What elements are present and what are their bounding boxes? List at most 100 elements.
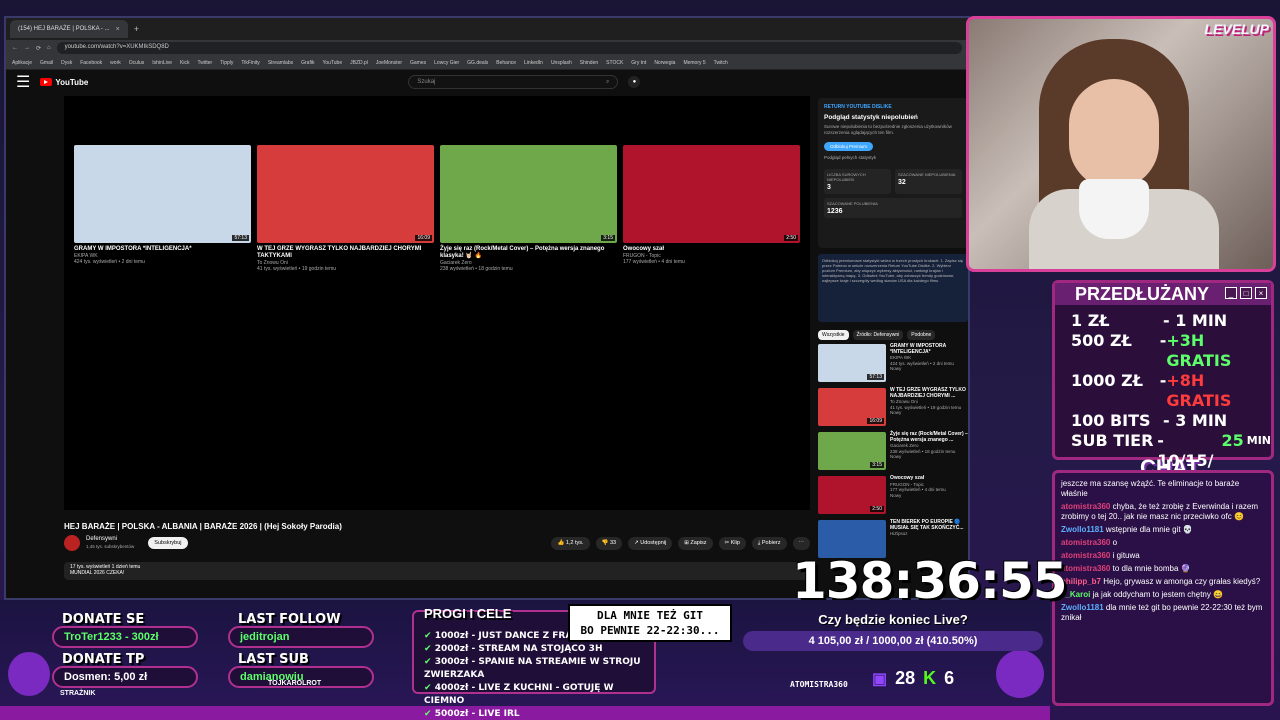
clip-button[interactable]: ✂ Klip <box>718 536 746 550</box>
bookmark-item[interactable]: GG.deals <box>467 60 488 66</box>
rec-badge: Nowy <box>890 410 902 415</box>
back-icon[interactable]: ← <box>12 45 18 51</box>
chat-message: atomistra360 i gituwa <box>1061 551 1265 561</box>
rec-title[interactable]: Żyje się raz (Rock/Metal Cover) – Potężn… <box>890 431 968 443</box>
bookmark-item[interactable]: Aplikacje <box>12 60 32 66</box>
bookmark-item[interactable]: Streamlabs <box>268 60 293 66</box>
home-icon[interactable]: ⌂ <box>47 45 51 51</box>
endcard-thumbnail[interactable]: 2:50 <box>623 145 800 243</box>
bookmark-item[interactable]: Shinden <box>580 60 598 66</box>
avatar[interactable] <box>64 535 80 551</box>
more-icon[interactable]: ⋯ <box>792 536 810 550</box>
mic-icon[interactable]: ● <box>628 76 641 88</box>
recommendation-item[interactable]: 3:15 Żyje się raz (Rock/Metal Cover) – P… <box>818 431 968 472</box>
search-icon[interactable]: ⌕ <box>606 79 609 85</box>
bookmark-item[interactable]: Gry tnt <box>631 60 646 66</box>
recommendation-item[interactable]: 57:13 GRAMY W IMPOSTORA *INTELIGENCJA* E… <box>818 343 968 384</box>
viewer-counts: ▣ 28 K 6 <box>872 668 954 689</box>
bookmark-item[interactable]: work <box>110 60 121 66</box>
duration-badge: 2:50 <box>870 506 884 512</box>
rec-thumbnail[interactable]: 3:15 <box>818 432 886 470</box>
recommendation-item[interactable]: 16:09 W TEJ GRZE WYGRASZ TYLKO NAJBARDZI… <box>818 387 968 428</box>
endcard[interactable]: 3:15 Żyje się raz (Rock/Metal Cover) – P… <box>440 145 617 272</box>
description-box[interactable]: 17 tys. wyświetleń 1 dzień temu MUNDIAL … <box>64 562 810 580</box>
menu-icon[interactable]: ☰ <box>16 72 30 92</box>
unlock-premium-button[interactable]: Odblokuj Premium <box>824 142 874 151</box>
endcard[interactable]: 57:13 GRAMY W IMPOSTORA *INTELIGENCJA* E… <box>74 145 251 265</box>
bookmark-item[interactable]: Grafik <box>301 60 314 66</box>
rec-meta: 424 tys. wyświetleń • 2 dni temu <box>890 360 954 366</box>
dislike-button[interactable]: 👎 33 <box>595 536 623 550</box>
kick-icon: K <box>923 668 937 688</box>
new-tab-icon[interactable]: + <box>134 24 139 34</box>
bookmark-item[interactable]: Lowcy Gier <box>434 60 459 66</box>
endcard-title[interactable]: GRAMY W IMPOSTORA *INTELIGENCJA* <box>74 246 251 253</box>
kick-viewers: 6 <box>944 668 955 688</box>
endcard-meta: 177 wyświetleń • 4 dni temu <box>623 259 685 265</box>
rec-title[interactable]: W TEJ GRZE WYGRASZ TYLKO NAJBARDZIEJ CHO… <box>890 387 968 399</box>
download-button[interactable]: ⤓ Pobierz <box>751 536 787 550</box>
chip-0[interactable]: Wszystkie <box>818 330 849 340</box>
levelup-logo: LEVELUP <box>1204 21 1269 37</box>
minimize-icon: _ <box>1225 287 1237 299</box>
est-likes: SZACOWANE POLUBIENIA 1236 <box>824 197 962 218</box>
bookmark-item[interactable]: Unsplash <box>551 60 572 66</box>
bookmark-item[interactable]: JBZD.pl <box>350 60 368 66</box>
bookmark-item[interactable]: Facebook <box>80 60 102 66</box>
bookmark-item[interactable]: LinkedIn <box>524 60 543 66</box>
youtube-logo[interactable]: YouTube <box>40 78 88 87</box>
chip-1[interactable]: Źródło: Defensywni <box>852 330 904 340</box>
endcard-thumbnail[interactable]: 16:09 <box>257 145 434 243</box>
chat-username: Zwollo1181 <box>1061 525 1104 534</box>
bookmark-item[interactable]: STOCK <box>606 60 623 66</box>
bookmark-item[interactable]: Norwegia <box>654 60 675 66</box>
bookmark-item[interactable]: JoeMonster <box>376 60 402 66</box>
endcard-title[interactable]: W TEJ GRZE WYGRASZ TYLKO NAJBARDZIEJ CHO… <box>257 246 434 260</box>
bookmark-item[interactable]: IshinLive <box>152 60 172 66</box>
bookmark-item[interactable]: Memory 5 <box>683 60 705 66</box>
bookmark-item[interactable]: Kick <box>180 60 189 66</box>
bookmark-item[interactable]: YouTube <box>322 60 342 66</box>
bookmark-item[interactable]: Twitter <box>197 60 212 66</box>
chip-2[interactable]: Podobne <box>907 330 936 340</box>
bookmark-item[interactable]: TikFinity <box>241 60 259 66</box>
price-row: 100 BITS - 3 MIN <box>1071 411 1228 430</box>
save-button[interactable]: ⊞ Zapisz <box>678 536 713 550</box>
premium-promo: Odblokuj premiumowe statystyki wideo w t… <box>818 254 968 322</box>
address-bar-row: ← → ⟳ ⌂ youtube.com/watch?v=XUKMIkSDQ8D <box>6 40 968 56</box>
rec-thumbnail[interactable]: 2:50 <box>818 476 886 514</box>
close-icon[interactable]: × <box>116 26 120 33</box>
channel-info: Defensywni 1,45 tys. subskrybentów <box>86 536 134 550</box>
rec-thumbnail[interactable]: 16:09 <box>818 388 886 426</box>
endcard-title[interactable]: Owocowy szał <box>623 246 800 253</box>
bookmark-item[interactable]: Dysk <box>61 60 72 66</box>
share-button[interactable]: ↗ Udostępnij <box>628 536 673 550</box>
recommendation-item[interactable]: 2:50 Owocowy szał FRUGON - Topic 177 wyś… <box>818 475 968 516</box>
bookmark-item[interactable]: Tipply <box>220 60 233 66</box>
bottom-username: ATOMISTRA360 <box>790 680 848 689</box>
price-row: 1000 ZŁ - +8H GRATIS <box>1071 371 1232 410</box>
kontrola-tag: TOJKAROLROT <box>268 680 322 687</box>
search-input[interactable]: Szukaj ⌕ <box>408 75 619 89</box>
bookmark-item[interactable]: Behance <box>496 60 516 66</box>
subscribe-button[interactable]: Subskrybuj <box>148 537 188 549</box>
bookmark-item[interactable]: Games <box>410 60 426 66</box>
bookmark-item[interactable]: Gmail <box>40 60 53 66</box>
bookmark-item[interactable]: Oculus <box>129 60 145 66</box>
like-button[interactable]: 👍 1,2 tys. <box>551 536 590 550</box>
chat-message: atomistra360 chyba, że też zrobię z Ever… <box>1061 502 1265 522</box>
endcard[interactable]: 2:50 Owocowy szał FRUGON - Topic 177 wyś… <box>623 145 800 265</box>
endcard-thumbnail[interactable]: 57:13 <box>74 145 251 243</box>
rec-title[interactable]: TEN BIEREK PO EUROPIE 🔵 MUSIAŁ SIĘ TAK S… <box>890 519 968 531</box>
endcard-thumbnail[interactable]: 3:15 <box>440 145 617 243</box>
endcard[interactable]: 16:09 W TEJ GRZE WYGRASZ TYLKO NAJBARDZI… <box>257 145 434 272</box>
forward-icon[interactable]: → <box>24 45 30 51</box>
tab-active[interactable]: (154) HEJ BARAŻE | POLSKA - ... × <box>10 20 128 38</box>
bookmark-item[interactable]: Twitch <box>714 60 728 66</box>
rec-title[interactable]: GRAMY W IMPOSTORA *INTELIGENCJA* <box>890 343 968 355</box>
channel-name[interactable]: Defensywni <box>86 536 134 543</box>
endcard-title[interactable]: Żyje się raz (Rock/Metal Cover) – Potężn… <box>440 246 617 260</box>
url-field[interactable]: youtube.com/watch?v=XUKMIkSDQ8D <box>56 42 962 54</box>
reload-icon[interactable]: ⟳ <box>36 45 41 52</box>
rec-thumbnail[interactable]: 57:13 <box>818 344 886 382</box>
